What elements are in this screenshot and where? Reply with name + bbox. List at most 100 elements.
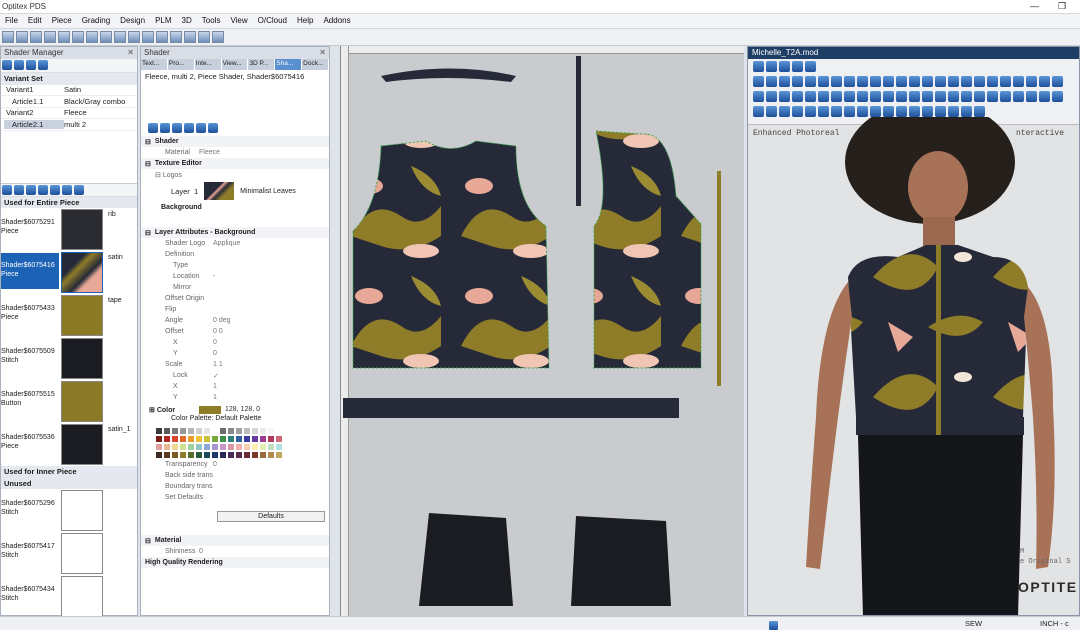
palette-swatch[interactable]: [195, 443, 203, 451]
3d-tool-icon[interactable]: [792, 76, 803, 87]
3d-tool-icon[interactable]: [1039, 76, 1050, 87]
shader-tab[interactable]: View...: [221, 59, 249, 70]
property-row[interactable]: Angle 0 deg: [141, 315, 329, 326]
3d-tool-icon[interactable]: [922, 91, 933, 102]
3d-tool-icon[interactable]: [831, 91, 842, 102]
zipper-strip[interactable]: [576, 56, 581, 206]
palette-swatch[interactable]: [259, 451, 267, 459]
3d-tool-icon[interactable]: [974, 76, 985, 87]
property-row[interactable]: Back side trans: [141, 470, 329, 481]
variant-row[interactable]: Article2.1 multi 2: [1, 119, 137, 131]
toolbar-button[interactable]: [170, 31, 182, 43]
palette-swatch[interactable]: [227, 427, 235, 435]
property-row[interactable]: Offset Origin: [141, 293, 329, 304]
palette-swatch[interactable]: [219, 451, 227, 459]
toolbar-button[interactable]: [72, 31, 84, 43]
palette-swatch[interactable]: [155, 451, 163, 459]
palette-swatch[interactable]: [243, 443, 251, 451]
pant-piece-left[interactable]: [419, 513, 513, 606]
layer-thumbnail[interactable]: [204, 182, 235, 200]
palette-swatch[interactable]: [203, 451, 211, 459]
3d-tool-icon[interactable]: [870, 91, 881, 102]
tool-icon[interactable]: [148, 123, 158, 133]
palette-swatch[interactable]: [171, 451, 179, 459]
menu-item[interactable]: Edit: [23, 14, 47, 27]
3d-tool-icon[interactable]: [974, 91, 985, 102]
3d-tool-icon[interactable]: [766, 106, 777, 117]
3d-tool-icon[interactable]: [753, 106, 764, 117]
palette-swatch[interactable]: [163, 427, 171, 435]
menu-item[interactable]: PLM: [150, 14, 176, 27]
3d-tool-icon[interactable]: [792, 91, 803, 102]
palette-swatch[interactable]: [219, 443, 227, 451]
shader-item[interactable]: Shader$6075417 Stitch: [1, 532, 137, 575]
3d-tool-icon[interactable]: [805, 106, 816, 117]
palette-swatch[interactable]: [211, 443, 219, 451]
rib-band[interactable]: [343, 398, 679, 418]
background-row[interactable]: Background: [141, 202, 329, 213]
3d-tool-icon[interactable]: [909, 91, 920, 102]
3d-tool-icon[interactable]: [844, 91, 855, 102]
palette-swatch[interactable]: [187, 435, 195, 443]
menu-item[interactable]: Grading: [77, 14, 115, 27]
3d-tool-icon[interactable]: [831, 106, 842, 117]
property-row[interactable]: Mirror: [141, 282, 329, 293]
shader-item[interactable]: Shader$6075433 Piece tape: [1, 294, 137, 337]
toolbar-button[interactable]: [156, 31, 168, 43]
tool-icon[interactable]: [26, 184, 36, 195]
3d-tool-icon[interactable]: [844, 106, 855, 117]
palette-swatch[interactable]: [163, 443, 171, 451]
layer-row[interactable]: Layer 1 Minimalist Leaves: [141, 180, 329, 202]
3d-tool-icon[interactable]: [1000, 76, 1011, 87]
toolbar-button[interactable]: [100, 31, 112, 43]
3d-tool-icon[interactable]: [1013, 76, 1024, 87]
shader-item[interactable]: Shader$6075296 Stitch: [1, 489, 137, 532]
3d-tool-icon[interactable]: [792, 106, 803, 117]
restore-icon[interactable]: ❐: [1058, 1, 1066, 12]
palette-swatch[interactable]: [267, 443, 275, 451]
toolbar-button[interactable]: [58, 31, 70, 43]
palette-swatch[interactable]: [179, 443, 187, 451]
palette-swatch[interactable]: [195, 427, 203, 435]
toolbar-button[interactable]: [142, 31, 154, 43]
toolbar-button[interactable]: [198, 31, 210, 43]
3d-tool-icon[interactable]: [1013, 91, 1024, 102]
palette-swatch[interactable]: [171, 435, 179, 443]
tool-icon[interactable]: [184, 123, 194, 133]
3d-tool-icon[interactable]: [883, 91, 894, 102]
toolbar-button[interactable]: [2, 31, 14, 43]
toolbar-button[interactable]: [212, 31, 224, 43]
3d-tool-icon[interactable]: [766, 76, 777, 87]
palette-swatch[interactable]: [251, 435, 259, 443]
palette-swatch[interactable]: [219, 427, 227, 435]
3d-tool-icon[interactable]: [922, 76, 933, 87]
3d-tool-icon[interactable]: [805, 76, 816, 87]
section-layer-attributes[interactable]: ⊟ Layer Attributes - Background: [141, 227, 329, 238]
3d-tool-icon[interactable]: [766, 61, 777, 72]
palette-swatch[interactable]: [179, 427, 187, 435]
shader-item[interactable]: Shader$6075291 Piece rib: [1, 208, 137, 251]
3d-tool-icon[interactable]: [857, 76, 868, 87]
tape-strip[interactable]: [717, 171, 721, 386]
tool-icon[interactable]: [196, 123, 206, 133]
palette-swatch[interactable]: [275, 435, 283, 443]
palette-swatch[interactable]: [195, 451, 203, 459]
3d-tool-icon[interactable]: [935, 76, 946, 87]
3d-tool-icon[interactable]: [779, 106, 790, 117]
hq-rendering-toggle[interactable]: High Quality Rendering: [141, 557, 329, 568]
section-texture-editor[interactable]: ⊟ Texture Editor: [141, 158, 329, 169]
3d-tool-icon[interactable]: [961, 91, 972, 102]
3d-tool-icon[interactable]: [805, 91, 816, 102]
palette-swatch[interactable]: [179, 435, 187, 443]
3d-tool-icon[interactable]: [857, 91, 868, 102]
3d-tool-icon[interactable]: [935, 91, 946, 102]
status-icon[interactable]: [769, 621, 778, 630]
palette-swatch[interactable]: [235, 435, 243, 443]
3d-tool-icon[interactable]: [922, 106, 933, 117]
3d-tool-icon[interactable]: [948, 106, 959, 117]
shader-item[interactable]: Shader$6075434 Stitch: [1, 575, 137, 618]
property-row[interactable]: X1: [141, 381, 329, 392]
variant-row[interactable]: Article1.1 Black/Gray combo: [1, 96, 137, 108]
3d-tool-icon[interactable]: [883, 76, 894, 87]
3d-tool-icon[interactable]: [896, 76, 907, 87]
